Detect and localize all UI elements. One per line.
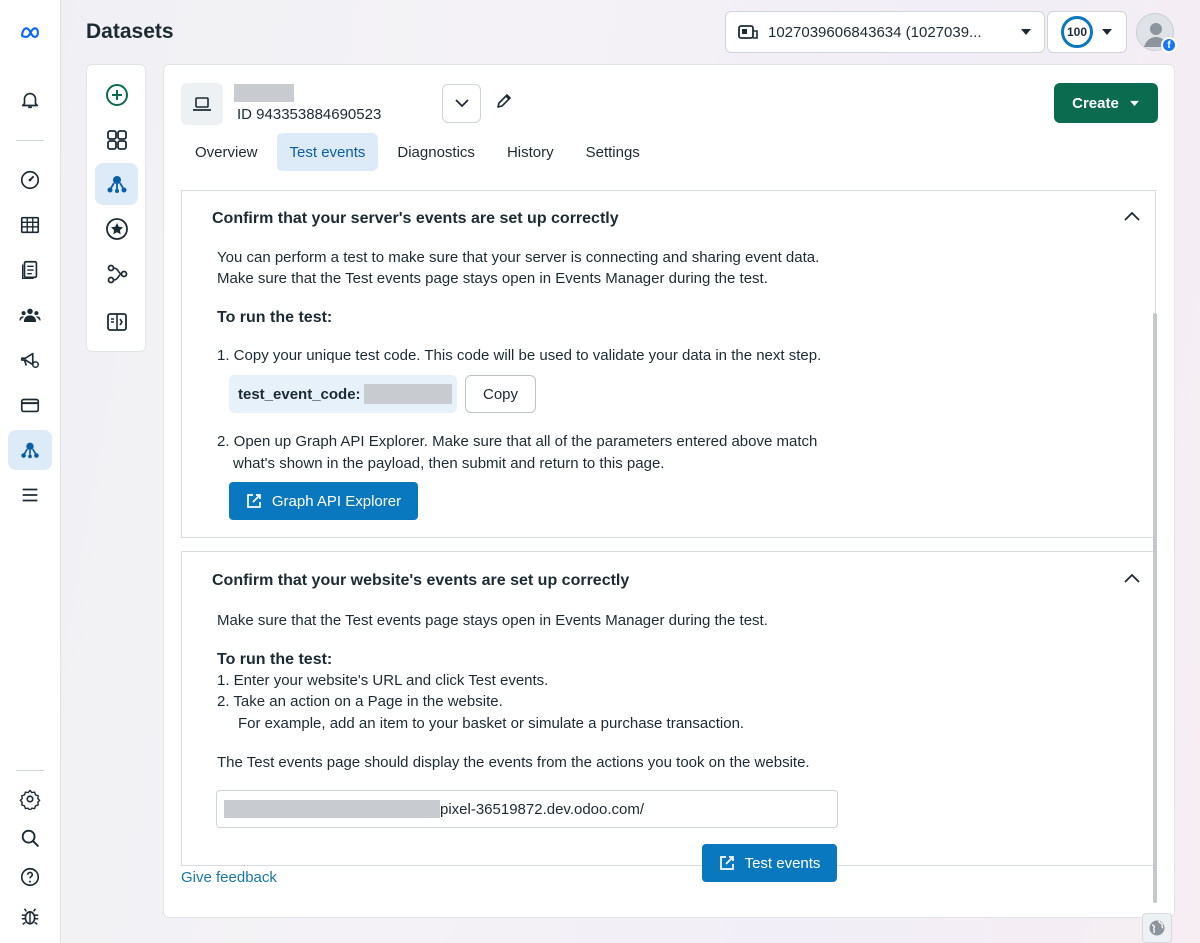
website-step2-line2: For example, add an item to your basket … xyxy=(238,715,745,732)
run-test-heading: To run the test: xyxy=(217,651,333,668)
partner-integration-icon[interactable] xyxy=(95,301,138,343)
chevron-up-icon[interactable] xyxy=(1122,206,1142,226)
events-manager-icon[interactable] xyxy=(8,430,52,470)
section-title: Confirm that your server's events are se… xyxy=(212,210,619,227)
run-test-heading: To run the test: xyxy=(217,309,333,326)
website-result-text: The Test events page should display the … xyxy=(217,754,810,771)
nav-divider xyxy=(16,140,44,141)
test-code-chip: test_event_code: xyxy=(229,375,457,413)
globe-icon[interactable] xyxy=(1142,913,1172,943)
audience-icon[interactable] xyxy=(8,295,52,335)
test-events-content: Confirm that your server's events are se… xyxy=(181,190,1158,900)
chevron-up-icon[interactable] xyxy=(1122,568,1142,588)
caret-down-icon xyxy=(1129,100,1139,106)
tab-bar: Overview Test events Diagnostics History… xyxy=(182,133,653,171)
website-step2-line1: 2. Take an action on a Page in the websi… xyxy=(217,693,503,710)
url-redacted xyxy=(224,800,440,818)
gauge-icon[interactable] xyxy=(8,160,52,200)
help-icon[interactable] xyxy=(8,857,52,897)
account-selector-value: 1027039606843634 (1027039... xyxy=(768,23,982,41)
facebook-badge-icon: f xyxy=(1161,37,1177,53)
caret-down-icon xyxy=(1020,28,1032,36)
business-account-icon xyxy=(738,23,758,41)
score-selector[interactable]: 100 xyxy=(1047,11,1127,53)
chevron-down-icon xyxy=(454,99,469,108)
document-list-icon[interactable] xyxy=(8,250,52,290)
dataset-id: ID 943353884690523 xyxy=(237,106,382,123)
dataset-subnav xyxy=(86,64,146,352)
overview-grid-icon[interactable] xyxy=(95,119,138,161)
page-title: Datasets xyxy=(86,20,174,43)
dataset-icon-box xyxy=(181,83,223,125)
left-navigation xyxy=(0,0,61,943)
meta-logo-icon[interactable] xyxy=(8,12,52,52)
menu-icon[interactable] xyxy=(8,475,52,515)
avatar[interactable]: f xyxy=(1136,13,1177,53)
tab-history[interactable]: History xyxy=(494,133,567,171)
score-badge: 100 xyxy=(1061,16,1093,48)
dataset-switch-dropdown[interactable] xyxy=(442,84,481,123)
website-intro: Make sure that the Test events page stay… xyxy=(217,612,768,629)
external-link-icon xyxy=(247,494,261,508)
website-events-section: Confirm that your website's events are s… xyxy=(181,551,1156,866)
external-link-icon xyxy=(719,856,734,870)
server-intro-line2: Make sure that the Test events page stay… xyxy=(217,270,768,287)
dataset-name-redacted xyxy=(234,84,294,102)
laptop-icon xyxy=(193,97,211,111)
connections-icon[interactable] xyxy=(95,253,138,295)
graph-api-explorer-label: Graph API Explorer xyxy=(271,492,402,510)
website-url-value: pixel-36519872.dev.odoo.com/ xyxy=(440,800,645,818)
tab-test-events[interactable]: Test events xyxy=(276,133,379,171)
star-circle-icon[interactable] xyxy=(95,208,138,250)
give-feedback-link[interactable]: Give feedback xyxy=(181,869,277,886)
test-events-button[interactable]: Test events xyxy=(702,844,837,882)
server-events-section: Confirm that your server's events are se… xyxy=(181,190,1156,538)
scrollbar[interactable] xyxy=(1153,313,1157,903)
graph-api-explorer-button[interactable]: Graph API Explorer xyxy=(229,482,418,520)
create-button-label: Create xyxy=(1072,94,1119,112)
bell-icon[interactable] xyxy=(8,80,52,120)
website-step1: 1. Enter your website's URL and click Te… xyxy=(217,672,549,689)
server-step2-line2: what's shown in the payload, then submit… xyxy=(233,455,665,472)
server-step1: 1. Copy your unique test code. This code… xyxy=(217,347,822,364)
pencil-icon[interactable] xyxy=(493,90,515,112)
table-icon[interactable] xyxy=(8,205,52,245)
add-circle-icon[interactable] xyxy=(95,74,138,116)
caret-down-icon xyxy=(1101,28,1113,36)
search-icon[interactable] xyxy=(8,818,52,858)
server-step2-line1: 2. Open up Graph API Explorer. Make sure… xyxy=(217,433,818,450)
server-intro-line1: You can perform a test to make sure that… xyxy=(217,249,820,266)
copy-button[interactable]: Copy xyxy=(465,375,536,413)
test-events-button-label: Test events xyxy=(744,854,821,872)
section-title: Confirm that your website's events are s… xyxy=(212,572,630,589)
gear-icon[interactable] xyxy=(8,779,52,819)
datasets-icon[interactable] xyxy=(95,163,138,205)
website-url-input[interactable]: pixel-36519872.dev.odoo.com/ xyxy=(216,790,838,828)
tab-settings[interactable]: Settings xyxy=(573,133,653,171)
billing-card-icon[interactable] xyxy=(8,385,52,425)
account-selector[interactable]: 1027039606843634 (1027039... xyxy=(725,11,1045,53)
campaign-settings-icon[interactable] xyxy=(8,340,52,380)
bug-icon[interactable] xyxy=(8,896,52,936)
main-panel: ID 943353884690523 Create Overview Test … xyxy=(163,64,1175,918)
test-code-label: test_event_code: xyxy=(238,385,361,403)
tab-overview[interactable]: Overview xyxy=(182,133,271,171)
nav-divider xyxy=(16,770,44,771)
tab-diagnostics[interactable]: Diagnostics xyxy=(384,133,488,171)
test-code-redacted xyxy=(363,384,452,404)
create-button[interactable]: Create xyxy=(1054,83,1158,123)
